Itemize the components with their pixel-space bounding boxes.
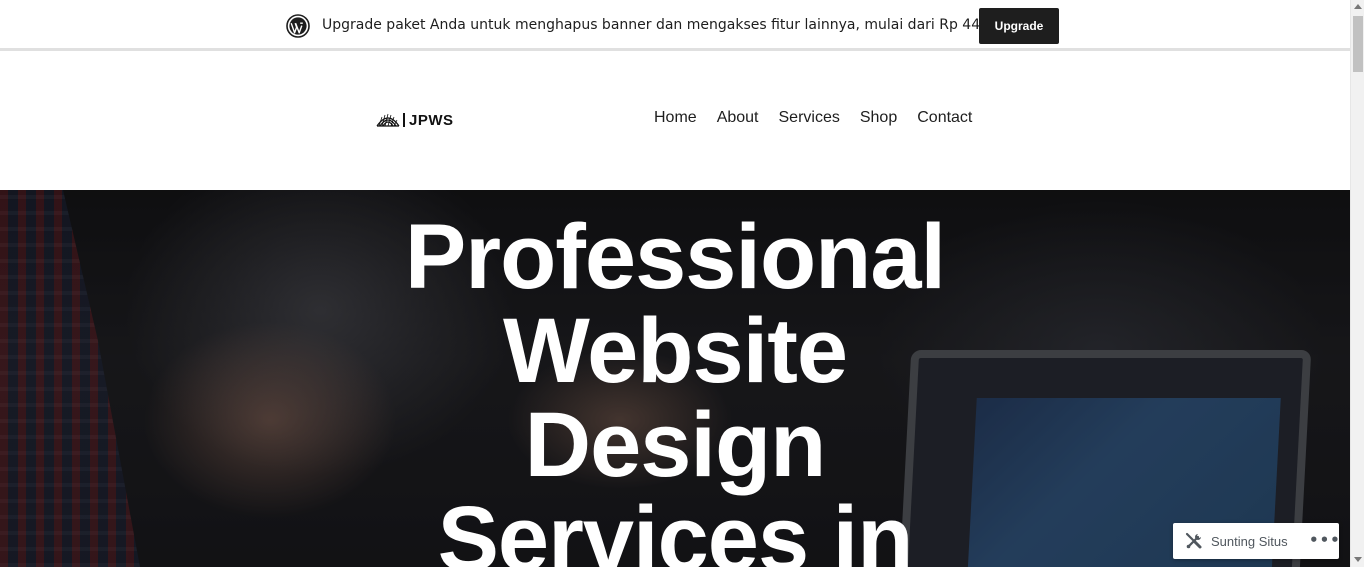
nav-contact-link[interactable]: Contact [917,109,972,127]
scrollbar-thumb[interactable] [1353,16,1363,72]
logo-mark-icon [376,113,400,127]
site-header: JPWS Home About Services Shop Contact [0,51,1350,190]
nav-about-link[interactable]: About [717,109,759,127]
nav-shop-link[interactable]: Shop [860,109,897,127]
logo-divider [403,113,405,127]
upgrade-banner-message: Upgrade paket Anda untuk menghapus banne… [322,17,1056,33]
scroll-up-arrow-icon[interactable] [1354,4,1362,9]
upgrade-button[interactable]: Upgrade [979,8,1059,44]
main-navigation: Home About Services Shop Contact [654,109,972,127]
upgrade-banner: Upgrade paket Anda untuk menghapus banne… [0,0,1350,51]
hero-title: Professional Website Design Services in [404,206,946,567]
edit-site-label: Sunting Situs [1211,534,1288,549]
logo-text: JPWS [409,111,454,129]
nav-home-link[interactable]: Home [654,109,697,127]
page-scrollbar[interactable] [1350,0,1364,567]
hero-section: Professional Website Design Services in [0,190,1350,567]
scroll-down-arrow-icon[interactable] [1354,557,1362,562]
page: Upgrade paket Anda untuk menghapus banne… [0,0,1364,567]
wordpress-logo-icon [286,14,310,38]
tools-icon [1185,532,1202,549]
site-logo[interactable]: JPWS [376,111,454,129]
edit-site-bar[interactable]: Sunting Situs ••• [1173,523,1341,559]
nav-services-link[interactable]: Services [779,109,840,127]
more-options-icon[interactable]: ••• [1309,531,1341,549]
